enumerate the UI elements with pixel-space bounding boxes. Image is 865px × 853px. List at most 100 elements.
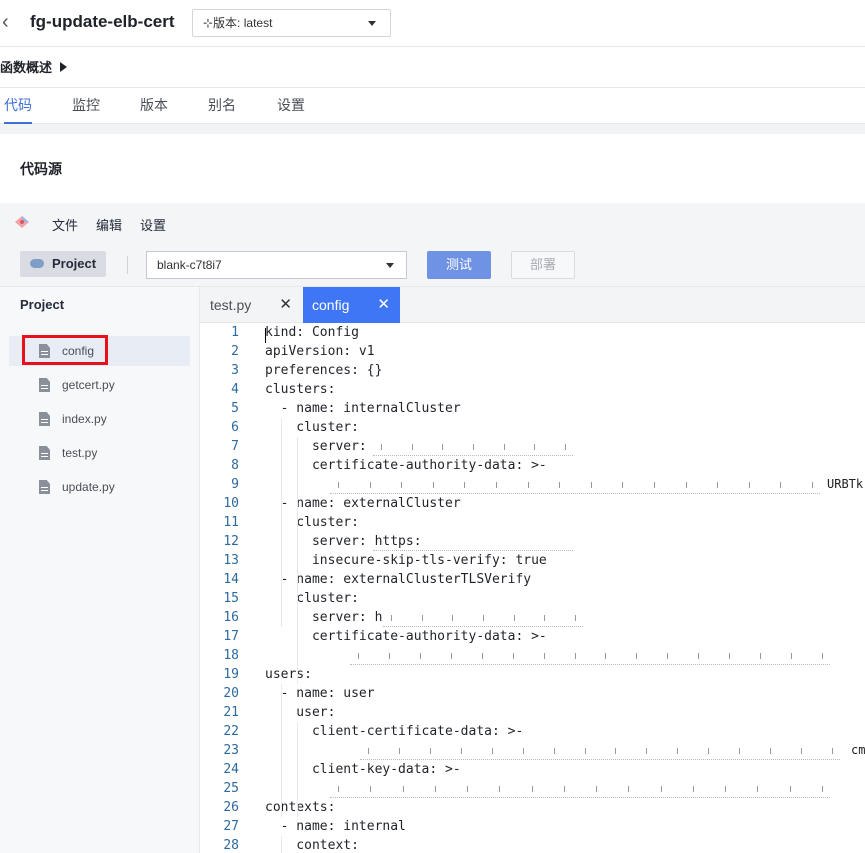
code-editor[interactable]: 1 kind: Config 2 apiVersion: v1 3 preferences… bbox=[200, 323, 865, 853]
file-item-test[interactable]: test.py bbox=[9, 438, 190, 468]
redaction-mark bbox=[760, 653, 762, 659]
file-name: test.py bbox=[62, 446, 98, 460]
branch-select-value: blank-c7t8i7 bbox=[157, 258, 222, 272]
redaction-mark bbox=[832, 748, 833, 754]
chevron-left-icon[interactable]: ‹ bbox=[2, 10, 16, 34]
file-name: update.py bbox=[62, 480, 115, 494]
tab-monitor[interactable]: 监控 bbox=[72, 95, 100, 115]
line-number: 6 bbox=[231, 420, 239, 435]
indent-guide bbox=[281, 836, 282, 853]
code-line: 13 insecure-skip-tls-verify: true bbox=[200, 551, 865, 570]
line-text: - name: externalClusterTLSVerify bbox=[265, 572, 532, 587]
close-icon[interactable]: ✕ bbox=[377, 287, 390, 323]
line-number: 19 bbox=[223, 667, 239, 682]
redaction-mark bbox=[401, 482, 403, 488]
redaction-mark bbox=[338, 786, 339, 792]
redacted-value bbox=[383, 608, 583, 627]
line-number: 24 bbox=[223, 762, 239, 777]
code-line: 5 - name: internalCluster bbox=[200, 399, 865, 418]
indent-guide bbox=[297, 722, 298, 817]
branch-select[interactable]: blank-c7t8i7 bbox=[146, 251, 407, 279]
redaction-mark bbox=[677, 748, 679, 754]
line-number: 15 bbox=[223, 591, 239, 606]
redaction-mark bbox=[685, 482, 687, 488]
line-number: 28 bbox=[223, 838, 239, 853]
redaction-mark bbox=[544, 615, 546, 621]
tab-versions[interactable]: 版本 bbox=[140, 95, 168, 115]
redaction-mark bbox=[421, 615, 423, 621]
line-number: 20 bbox=[223, 686, 239, 701]
line-number: 1 bbox=[231, 325, 239, 340]
file-item-index[interactable]: index.py bbox=[9, 404, 190, 434]
line-number: 2 bbox=[231, 344, 239, 359]
file-item-update[interactable]: update.py bbox=[9, 472, 190, 502]
line-number: 4 bbox=[231, 382, 239, 397]
code-line: 20 - name: user bbox=[200, 684, 865, 703]
redaction-mark bbox=[381, 444, 382, 450]
redaction-mark bbox=[801, 748, 803, 754]
tab-code[interactable]: 代码 bbox=[4, 95, 32, 115]
redaction-mark bbox=[429, 748, 431, 754]
redaction-mark bbox=[812, 482, 813, 488]
line-text: certificate-authority-data: >- bbox=[265, 458, 547, 473]
redaction-mark bbox=[789, 786, 791, 792]
version-select[interactable]: ⊹版本: latest bbox=[192, 9, 391, 37]
code-line: 1 kind: Config bbox=[200, 323, 865, 342]
redaction-mark bbox=[388, 653, 390, 659]
redaction-mark bbox=[553, 748, 555, 754]
line-number: 23 bbox=[223, 743, 239, 758]
line-text: apiVersion: v1 bbox=[265, 344, 375, 359]
function-overview-toggle[interactable]: 函数概述 bbox=[0, 57, 68, 76]
redaction-mark bbox=[512, 653, 514, 659]
redaction-mark bbox=[729, 653, 731, 659]
line-text: clusters: bbox=[265, 382, 336, 397]
menu-settings[interactable]: 设置 bbox=[140, 215, 166, 234]
project-button-label: Project bbox=[52, 256, 97, 271]
redaction-mark bbox=[473, 444, 474, 450]
test-button[interactable]: 测试 bbox=[427, 251, 491, 279]
redacted-value bbox=[373, 532, 573, 551]
line-number: 14 bbox=[223, 572, 239, 587]
project-button[interactable]: Project bbox=[20, 251, 106, 277]
code-line: 22 client-certificate-data: >- bbox=[200, 722, 865, 741]
menu-file[interactable]: 文件 bbox=[52, 215, 78, 234]
redaction-mark bbox=[450, 653, 452, 659]
redacted-value bbox=[330, 475, 820, 494]
ide-menu-bar: 文件 编辑 设置 bbox=[0, 203, 865, 241]
tab-aliases[interactable]: 别名 bbox=[208, 95, 236, 115]
redaction-mark bbox=[522, 748, 524, 754]
tab-settings[interactable]: 设置 bbox=[277, 95, 305, 115]
redaction-mark bbox=[534, 444, 536, 450]
redaction-mark bbox=[748, 482, 750, 488]
close-icon[interactable]: ✕ bbox=[279, 287, 292, 323]
ide-logo-icon bbox=[15, 216, 29, 228]
redaction-mark bbox=[574, 653, 576, 659]
redacted-value bbox=[330, 779, 830, 798]
menu-edit[interactable]: 编辑 bbox=[96, 215, 122, 234]
file-icon bbox=[39, 480, 50, 494]
redaction-mark bbox=[460, 748, 462, 754]
redaction-mark bbox=[565, 444, 566, 450]
deploy-button[interactable]: 部署 bbox=[511, 251, 575, 279]
top-bar: ‹ fg-update-elb-cert ⊹版本: latest bbox=[0, 0, 865, 47]
toolbar-divider bbox=[127, 256, 128, 274]
file-icon bbox=[39, 412, 50, 426]
line-number: 9 bbox=[231, 477, 239, 492]
line-text: users: bbox=[265, 667, 312, 682]
line-text: contexts: bbox=[265, 800, 336, 815]
redaction-mark bbox=[636, 653, 638, 659]
line-number: 12 bbox=[223, 534, 239, 549]
file-item-getcert[interactable]: getcert.py bbox=[9, 370, 190, 400]
code-line: 26 contexts: bbox=[200, 798, 865, 817]
redaction-mark bbox=[368, 748, 369, 754]
redaction-mark bbox=[411, 444, 413, 450]
redacted-value bbox=[373, 437, 573, 456]
redaction-mark bbox=[596, 786, 598, 792]
redaction-mark bbox=[559, 482, 561, 488]
editor-tab-test-py[interactable]: test.py ✕ bbox=[200, 287, 300, 323]
redaction-mark bbox=[527, 482, 529, 488]
editor-tab-config[interactable]: config ✕ bbox=[303, 287, 400, 323]
editor-tab-bar: test.py ✕ config ✕ bbox=[200, 287, 865, 323]
file-icon bbox=[39, 446, 50, 460]
line-text: cluster: bbox=[265, 515, 359, 530]
